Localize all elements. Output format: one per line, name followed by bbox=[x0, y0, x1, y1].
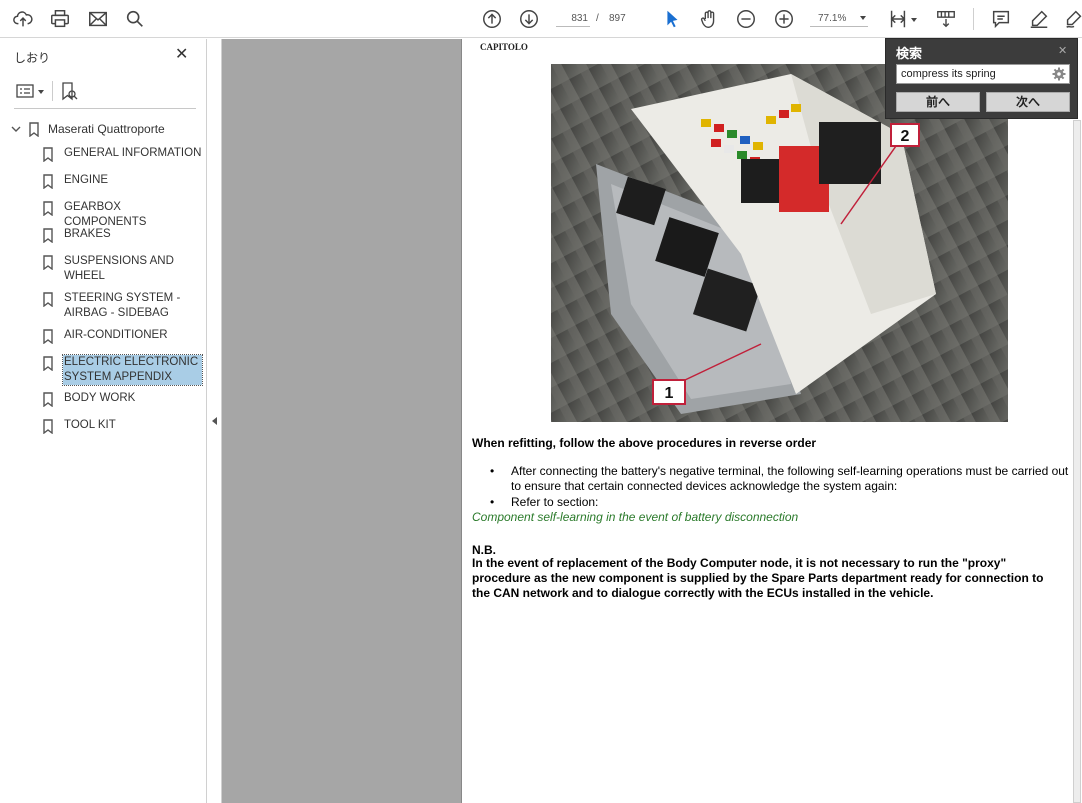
find-bookmark-icon[interactable] bbox=[60, 81, 78, 101]
page-up-icon[interactable] bbox=[480, 7, 504, 31]
bookmark-item[interactable]: ENGINE bbox=[42, 173, 202, 189]
bookmark-icon bbox=[43, 201, 53, 216]
bookmark-label: AIR-CONDITIONER bbox=[64, 329, 168, 341]
chevron-down-icon bbox=[860, 16, 866, 20]
bookmark-icon bbox=[43, 174, 53, 189]
bookmark-icon bbox=[43, 255, 53, 270]
chevron-down-icon[interactable] bbox=[38, 90, 44, 94]
bullet-dot: • bbox=[490, 464, 495, 478]
search-panel: 検索 ✕ compress its spring 前へ 次へ bbox=[885, 38, 1078, 119]
print-icon[interactable] bbox=[48, 7, 72, 31]
bookmark-label: STEERING SYSTEM - AIRBAG - SIDEBAG bbox=[64, 292, 181, 319]
bookmark-label: GENERAL INFORMATION bbox=[64, 147, 202, 159]
close-icon[interactable]: ✕ bbox=[175, 47, 188, 63]
comment-icon[interactable] bbox=[989, 7, 1013, 31]
previous-result-button[interactable]: 前へ bbox=[896, 92, 980, 112]
close-icon[interactable]: ✕ bbox=[1058, 44, 1067, 57]
bookmark-item[interactable]: ELECTRIC ELECTRONIC SYSTEM APPENDIX bbox=[42, 354, 203, 386]
bookmark-icon bbox=[43, 228, 53, 243]
panel-collapse-handle[interactable] bbox=[207, 39, 222, 803]
next-result-button[interactable]: 次へ bbox=[986, 92, 1070, 112]
zoom-out-icon[interactable] bbox=[734, 7, 758, 31]
bookmark-root-label: Maserati Quattroporte bbox=[48, 122, 165, 136]
gear-icon[interactable] bbox=[1052, 67, 1066, 81]
photo-label-1: 1 bbox=[665, 385, 674, 402]
bookmark-item[interactable]: STEERING SYSTEM - AIRBAG - SIDEBAG bbox=[42, 291, 202, 321]
panel-title: しおり bbox=[14, 51, 51, 65]
refitting-heading: When refitting, follow the above procedu… bbox=[472, 436, 817, 450]
chevron-down-icon[interactable] bbox=[10, 123, 22, 135]
chapter-label: CAPITOLO bbox=[480, 42, 528, 52]
sign-icon[interactable] bbox=[1062, 7, 1082, 31]
highlight-pen-icon[interactable] bbox=[1027, 7, 1051, 31]
bullet-self-learning: • After connecting the battery's negativ… bbox=[472, 464, 1072, 494]
bookmark-label: ELECTRIC ELECTRONIC SYSTEM APPENDIX bbox=[62, 354, 203, 386]
bookmark-item[interactable]: BODY WORK bbox=[42, 391, 202, 407]
zoom-in-icon[interactable] bbox=[772, 7, 796, 31]
collapse-arrow-icon[interactable] bbox=[212, 417, 217, 425]
toolbar-divider bbox=[973, 8, 974, 30]
page-separator: / bbox=[596, 13, 599, 24]
main-toolbar: 831 / 897 77.1% bbox=[0, 0, 1082, 38]
upload-icon[interactable] bbox=[11, 7, 35, 31]
bookmark-label: TOOL KIT bbox=[64, 419, 116, 431]
fit-page-icon[interactable] bbox=[886, 7, 910, 31]
bookmark-item[interactable]: GEARBOX COMPONENTS bbox=[42, 200, 202, 230]
zoom-value: 77.1% bbox=[818, 13, 847, 24]
section-link[interactable]: Component self-learning in the event of … bbox=[472, 510, 1072, 525]
scrollbar[interactable] bbox=[1073, 120, 1081, 803]
page-down-icon[interactable] bbox=[517, 7, 541, 31]
bookmark-icon bbox=[43, 329, 53, 344]
tool-divider bbox=[52, 81, 53, 101]
options-menu-icon[interactable] bbox=[16, 83, 34, 99]
select-cursor-icon[interactable] bbox=[660, 7, 684, 31]
chevron-down-icon[interactable] bbox=[911, 18, 917, 22]
scrollbar-thumb[interactable] bbox=[1073, 120, 1081, 803]
hand-tool-icon[interactable] bbox=[697, 7, 721, 31]
search-icon[interactable] bbox=[123, 7, 147, 31]
bookmark-icon bbox=[43, 419, 53, 434]
bookmark-icon bbox=[43, 147, 53, 162]
bookmark-label: BODY WORK bbox=[64, 392, 136, 404]
nb-text: In the event of replacement of the Body … bbox=[472, 556, 1044, 600]
bookmark-icon bbox=[43, 392, 53, 407]
bullet-text: Refer to section: bbox=[511, 495, 599, 509]
bullet-refer: • Refer to section: bbox=[472, 495, 1072, 510]
bookmark-icon bbox=[43, 292, 53, 307]
bookmark-label: GEARBOX COMPONENTS bbox=[64, 201, 147, 228]
bookmark-label: SUSPENSIONS AND WHEEL bbox=[64, 255, 174, 282]
bookmark-item[interactable]: AIR-CONDITIONER bbox=[42, 328, 202, 344]
bookmark-label: BRAKES bbox=[64, 228, 111, 240]
bookmark-toolbar bbox=[14, 81, 196, 109]
bookmarks-panel: しおり ✕ Maserati Quattroporte GENERAL INFO… bbox=[0, 39, 207, 803]
bookmark-item[interactable]: BRAKES bbox=[42, 227, 202, 243]
bullet-text: After connecting the battery's negative … bbox=[511, 464, 1069, 493]
bookmark-icon bbox=[29, 121, 39, 137]
bookmark-item[interactable]: SUSPENSIONS AND WHEEL bbox=[42, 254, 202, 284]
photo-label-2: 2 bbox=[901, 128, 910, 145]
bullet-dot: • bbox=[490, 495, 495, 509]
page-number-input[interactable]: 831 bbox=[556, 11, 590, 27]
bookmark-root[interactable]: Maserati Quattroporte bbox=[10, 119, 165, 139]
bookmark-item[interactable]: GENERAL INFORMATION bbox=[42, 146, 202, 162]
page-total: 897 bbox=[609, 13, 626, 24]
zoom-select[interactable]: 77.1% bbox=[810, 11, 868, 27]
bookmark-label: ENGINE bbox=[64, 174, 109, 186]
bookmark-item[interactable]: TOOL KIT bbox=[42, 418, 202, 434]
bookmark-icon bbox=[43, 356, 53, 371]
search-title: 検索 bbox=[896, 46, 923, 61]
search-input[interactable]: compress its spring bbox=[896, 64, 1070, 84]
read-mode-icon[interactable] bbox=[934, 7, 958, 31]
mail-icon[interactable] bbox=[86, 7, 110, 31]
